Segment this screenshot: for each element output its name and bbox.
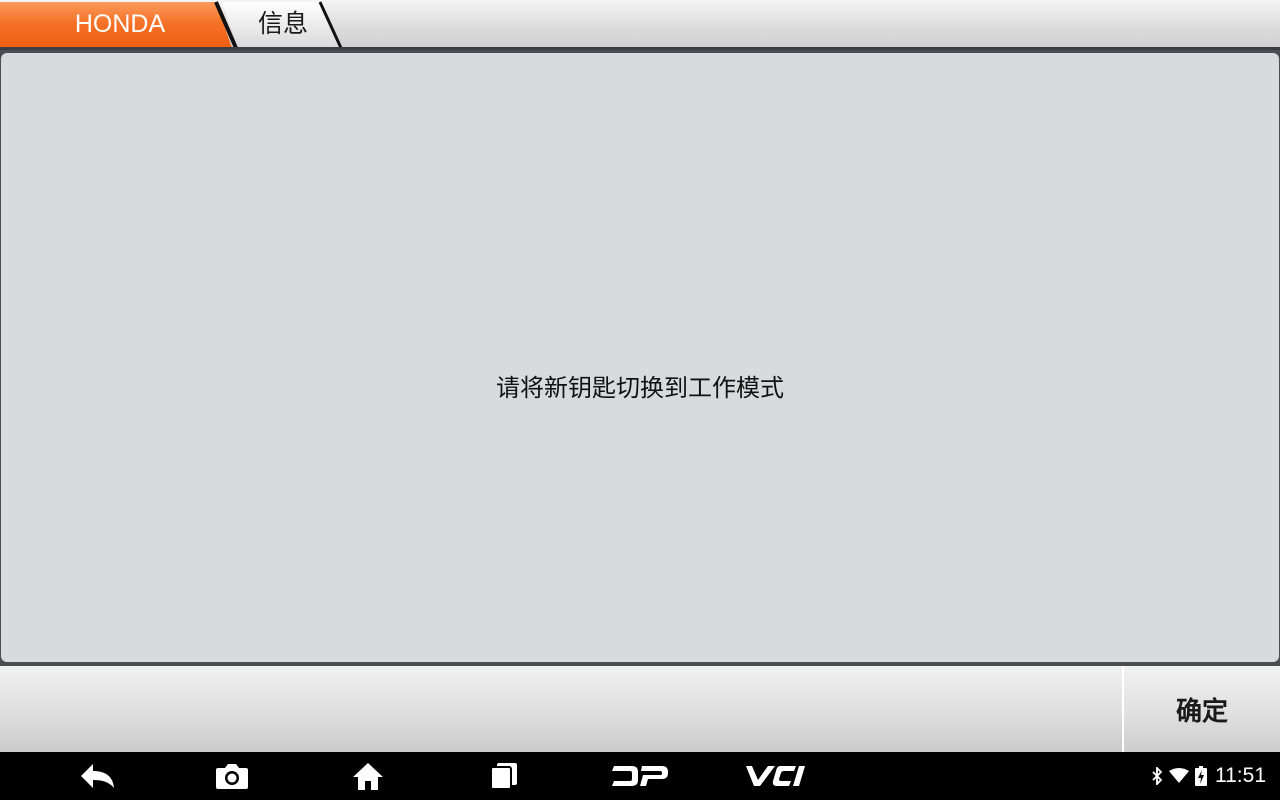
system-navbar: 11:51	[0, 752, 1280, 800]
action-bar: 确定	[0, 666, 1280, 752]
confirm-button[interactable]: 确定	[1122, 666, 1280, 752]
home-icon	[353, 763, 383, 790]
screenshot-button[interactable]	[204, 752, 260, 800]
message-panel: 请将新钥匙切换到工作模式	[1, 53, 1279, 662]
dp-icon	[612, 766, 668, 786]
breadcrumb-bar: HONDA 信息	[0, 0, 1280, 50]
wifi-icon	[1169, 768, 1189, 783]
recents-icon	[490, 763, 517, 790]
bluetooth-icon	[1152, 767, 1163, 785]
status-area: 11:51	[1151, 752, 1266, 800]
topbar-divider	[0, 47, 1280, 50]
home-button[interactable]	[340, 752, 396, 800]
battery-charging-icon	[1195, 766, 1207, 786]
back-icon	[81, 764, 114, 788]
back-button[interactable]	[70, 752, 126, 800]
breadcrumb-item-info[interactable]: 信息	[258, 0, 308, 48]
breadcrumb-item-honda[interactable]: HONDA	[0, 0, 240, 48]
camera-icon	[216, 764, 248, 789]
message-text: 请将新钥匙切换到工作模式	[496, 374, 784, 402]
status-clock: 11:51	[1215, 764, 1266, 787]
vci-icon	[746, 766, 805, 786]
vci-button[interactable]	[736, 752, 816, 800]
dp-button[interactable]	[600, 752, 680, 800]
recents-button[interactable]	[476, 752, 532, 800]
action-bar-empty-area	[0, 666, 1120, 752]
